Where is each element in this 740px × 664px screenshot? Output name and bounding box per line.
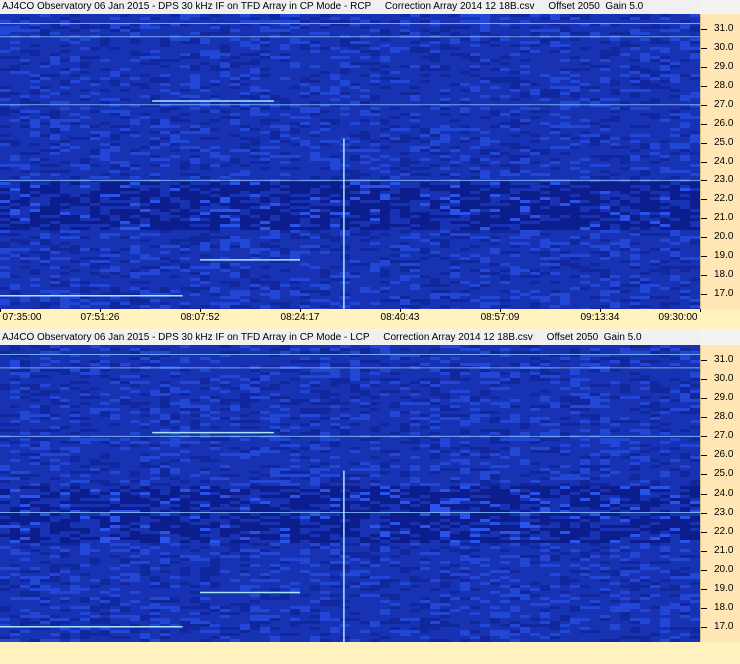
ytick-label: 22.0 [714, 525, 734, 537]
ytick-label: 23.0 [714, 174, 734, 186]
ytick-label: 18.0 [714, 601, 734, 613]
xtick-mark [0, 309, 1, 312]
ytick-label: 29.0 [714, 60, 734, 72]
rcp-spectrogram-svg [0, 14, 700, 309]
rcp-frequency-axis: 31.0 30.0 29.0 28.0 27.0 26.0 25.0 24.0 23.0 22.0… [700, 14, 740, 309]
ytick-mark [701, 180, 707, 182]
ytick-mark [701, 293, 707, 295]
ytick-label: 20.0 [714, 563, 734, 575]
ytick-mark [701, 379, 707, 381]
ytick-mark [701, 29, 707, 31]
ytick-label: 21.0 [714, 544, 734, 556]
ytick-mark [701, 493, 707, 495]
xtick-mark [700, 309, 701, 312]
ytick-label: 18.0 [714, 268, 734, 280]
ytick-label: 30.0 [714, 373, 734, 385]
ytick-mark [701, 474, 707, 476]
ytick-mark [701, 66, 707, 68]
ytick-mark [701, 626, 707, 628]
ytick-mark [701, 588, 707, 590]
ytick-mark [701, 436, 707, 438]
ytick-mark [701, 360, 707, 362]
ytick-label: 22.0 [714, 193, 734, 205]
ytick-mark [701, 455, 707, 457]
ytick-label: 25.0 [714, 468, 734, 480]
rcp-title: AJ4CO Observatory 06 Jan 2015 - DPS 30 k… [0, 0, 700, 14]
xtick-label: 08:24:17 [280, 312, 320, 323]
ytick-mark [701, 607, 707, 609]
ytick-label: 23.0 [714, 506, 734, 518]
ytick-label: 17.0 [714, 620, 734, 632]
xtick-label: 08:40:43 [380, 312, 420, 323]
xtick-label: 07:51:26 [80, 312, 120, 323]
ytick-label: 31.0 [714, 354, 734, 366]
ytick-mark [701, 161, 707, 163]
ytick-label: 27.0 [714, 98, 734, 110]
ytick-mark [701, 218, 707, 220]
ytick-mark [701, 237, 707, 239]
ytick-label: 28.0 [714, 411, 734, 423]
rcp-panel: AJ4CO Observatory 06 Jan 2015 - DPS 30 k… [0, 0, 740, 330]
ytick-label: 26.0 [714, 117, 734, 129]
ytick-label: 25.0 [714, 136, 734, 148]
ytick-mark [701, 256, 707, 258]
noise-texture [0, 345, 700, 642]
ytick-label: 26.0 [714, 449, 734, 461]
ytick-mark [701, 199, 707, 201]
ytick-mark [701, 104, 707, 106]
lcp-spectrogram-svg [0, 345, 700, 642]
ytick-mark [701, 85, 707, 87]
lcp-panel: AJ4CO Observatory 06 Jan 2015 - DPS 30 k… [0, 331, 740, 642]
ytick-mark [701, 550, 707, 552]
ytick-label: 24.0 [714, 487, 734, 499]
ytick-mark [701, 142, 707, 144]
ytick-mark [701, 417, 707, 419]
xtick-label: 09:30:00 [658, 312, 698, 323]
ytick-label: 28.0 [714, 79, 734, 91]
ytick-label: 19.0 [714, 250, 734, 262]
ytick-label: 29.0 [714, 392, 734, 404]
ytick-label: 27.0 [714, 430, 734, 442]
ytick-mark [701, 531, 707, 533]
ytick-label: 24.0 [714, 155, 734, 167]
rcp-spectrogram [0, 14, 700, 309]
lcp-title: AJ4CO Observatory 06 Jan 2015 - DPS 30 k… [0, 331, 700, 345]
xtick-label: 08:07:52 [180, 312, 220, 323]
ytick-label: 31.0 [714, 23, 734, 35]
ytick-mark [701, 512, 707, 514]
ytick-label: 21.0 [714, 212, 734, 224]
ytick-mark [701, 123, 707, 125]
lcp-frequency-axis: 31.0 30.0 29.0 28.0 27.0 26.0 25.0 24.0 23.0 22.0… [700, 345, 740, 642]
bottom-strip [0, 642, 740, 664]
ytick-mark [701, 398, 707, 400]
xtick-label: 08:57:09 [480, 312, 520, 323]
ytick-label: 17.0 [714, 287, 734, 299]
ytick-label: 30.0 [714, 42, 734, 54]
lcp-spectrogram [0, 345, 700, 642]
noise-texture [0, 14, 700, 309]
ytick-mark [701, 569, 707, 571]
ytick-mark [701, 48, 707, 50]
rcp-time-axis: 07:35:00 07:51:26 08:07:52 08:24:17 08:40:43… [0, 309, 740, 329]
ytick-label: 20.0 [714, 231, 734, 243]
xtick-label: 09:13:34 [580, 312, 620, 323]
ytick-label: 19.0 [714, 582, 734, 594]
xtick-label: 07:35:00 [2, 312, 42, 323]
ytick-mark [701, 274, 707, 276]
